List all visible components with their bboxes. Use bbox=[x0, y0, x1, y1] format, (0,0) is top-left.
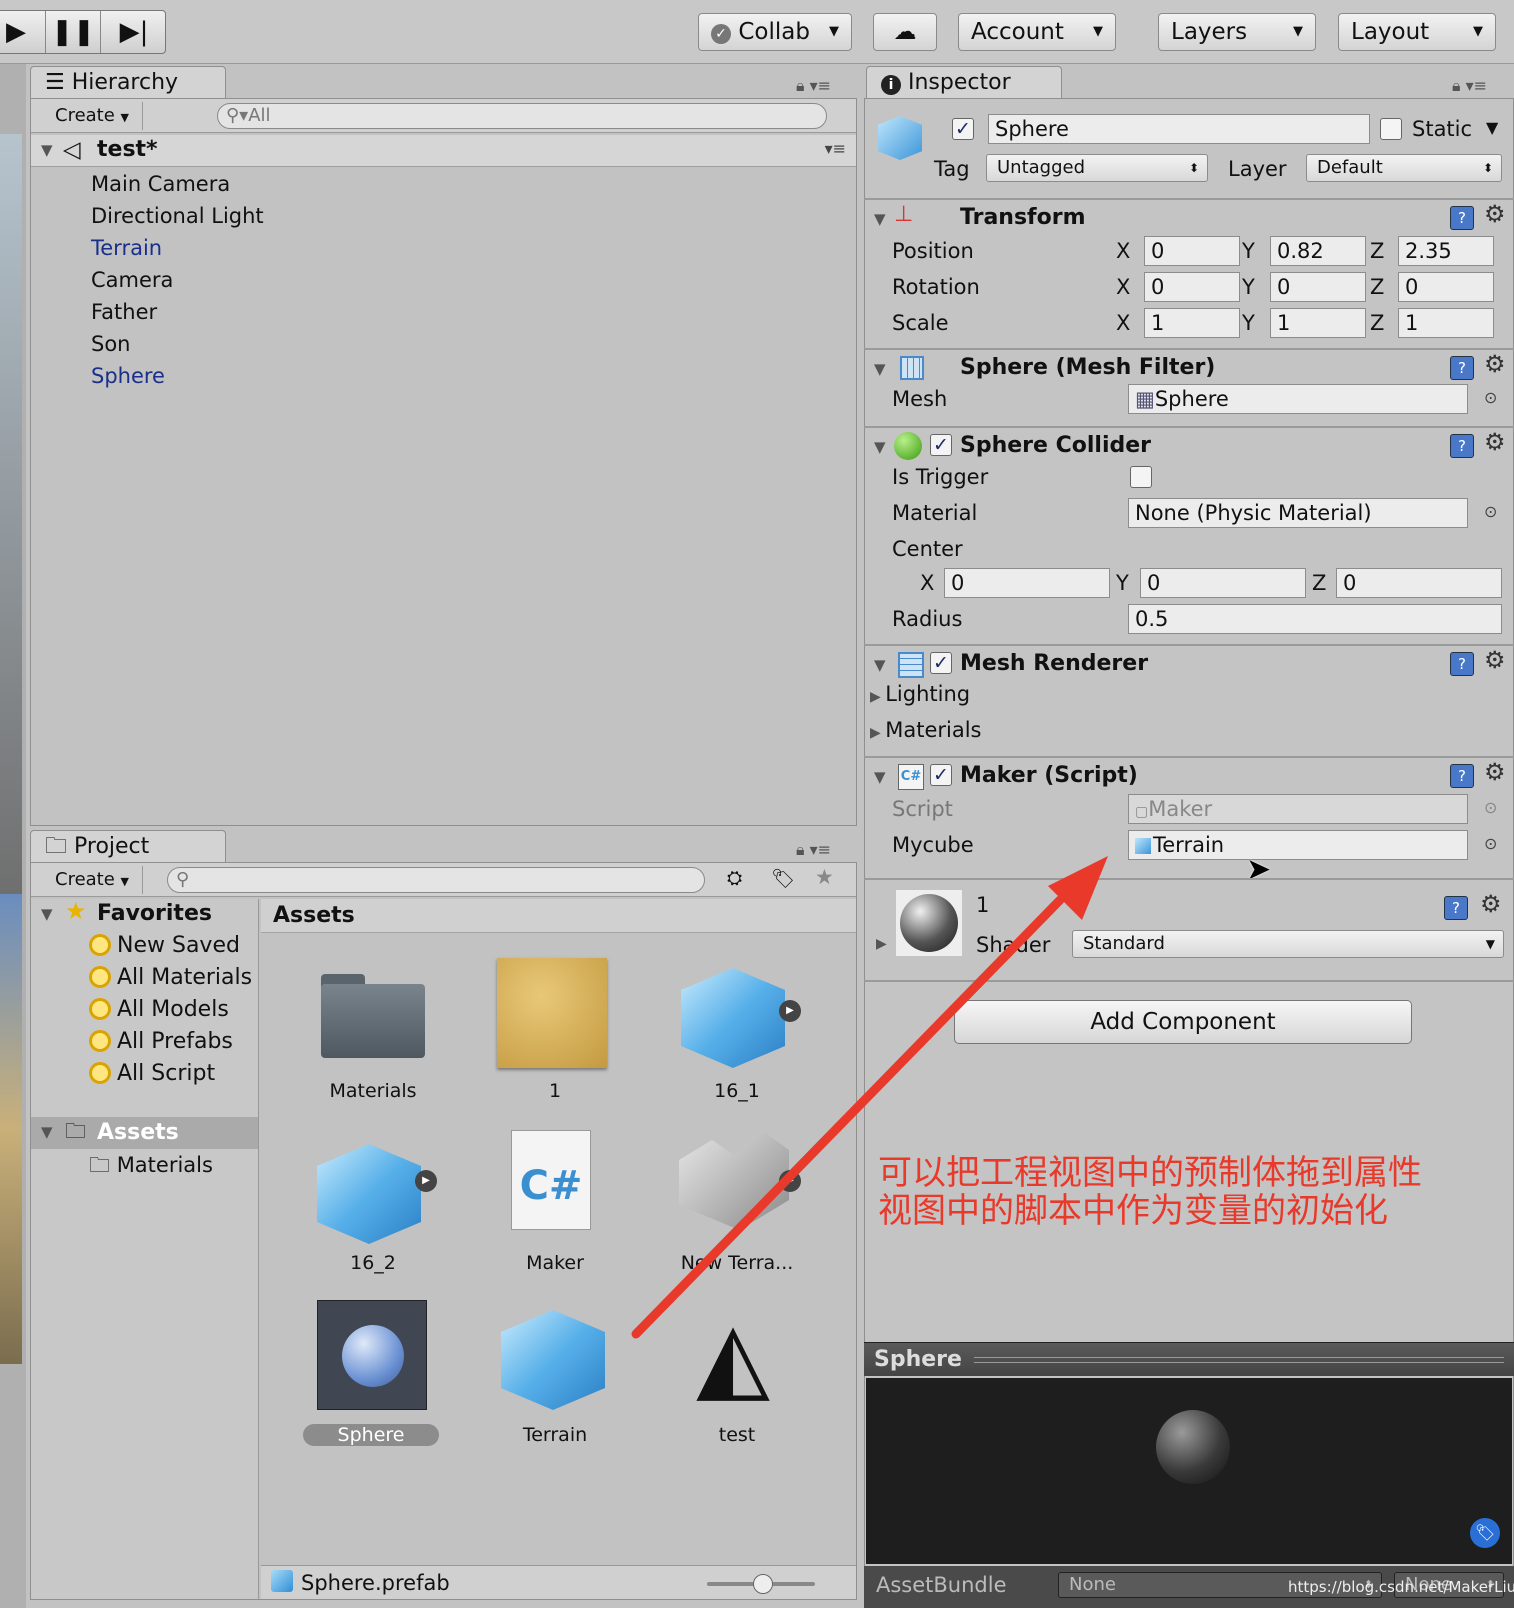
annotation-arrow-shaft bbox=[631, 895, 1065, 1339]
annotation-arrow bbox=[631, 856, 1108, 1339]
annotation-arrowhead bbox=[1048, 856, 1108, 920]
